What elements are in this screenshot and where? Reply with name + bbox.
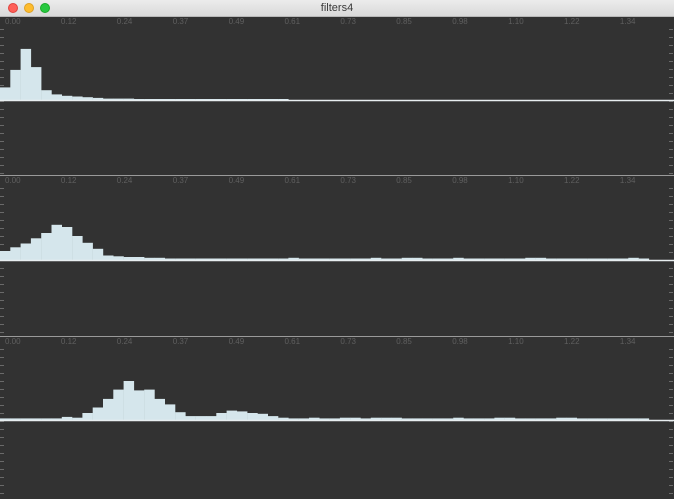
histogram-bar	[164, 404, 176, 420]
histogram-bar	[72, 96, 83, 100]
histogram-bar	[61, 227, 73, 260]
histogram-bar	[195, 416, 207, 420]
histogram-bar	[216, 413, 227, 420]
histogram-bar	[566, 417, 577, 420]
histogram-bar	[61, 95, 73, 100]
histogram-bar	[72, 417, 83, 420]
histogram-bar	[175, 412, 186, 420]
histogram-plot	[0, 349, 674, 494]
histogram-bar	[154, 398, 165, 420]
histogram-bar	[370, 417, 382, 420]
histogram-bar	[453, 417, 464, 420]
histogram-bar	[20, 48, 32, 100]
histogram-bar	[103, 255, 114, 260]
histogram-bar	[113, 256, 124, 261]
histogram-plot	[0, 188, 674, 333]
window-titlebar: filters4	[0, 0, 674, 17]
histogram-bar	[61, 416, 73, 420]
histogram-bar	[247, 413, 258, 420]
window-title: filters4	[320, 2, 354, 14]
histogram-bar	[20, 243, 32, 260]
histogram-bar	[381, 417, 392, 420]
histogram-bar	[10, 69, 21, 100]
histogram-bar	[10, 247, 21, 261]
histogram-panel-1: 0.00 0.12 0.24 0.37 0.49 0.61 0.73 0.85 0.98 1.10…	[0, 17, 674, 175]
histogram-bar	[123, 381, 135, 420]
histogram-bar	[278, 417, 289, 420]
histogram-bar	[82, 97, 93, 100]
histogram-bar	[391, 417, 402, 420]
histogram-bar	[92, 407, 104, 420]
histogram-bar	[72, 236, 83, 260]
histogram-plot	[0, 29, 674, 174]
histogram-bar	[103, 398, 114, 420]
histogram-bar	[92, 97, 104, 100]
histogram-bar	[123, 257, 135, 260]
histogram-bar	[206, 416, 217, 420]
histogram-bar	[350, 417, 361, 420]
histogram-bar	[133, 390, 145, 420]
histogram-bar	[30, 67, 42, 100]
histogram-bar	[144, 389, 155, 420]
histogram-panel-2: 0.00 0.12 0.24 0.37 0.49 0.61 0.73 0.85 0.98 1.10…	[0, 176, 674, 336]
histogram-bar	[51, 94, 62, 100]
histogram-bar	[51, 224, 62, 261]
histogram-bar	[0, 251, 11, 260]
histogram-bar	[257, 413, 268, 420]
histogram-bar	[236, 411, 248, 420]
histogram-bar	[41, 90, 52, 100]
histogram-bar	[41, 233, 52, 260]
histogram-bar	[267, 416, 279, 420]
histogram-bar	[226, 410, 238, 420]
histogram-bar	[556, 417, 567, 420]
histogram-bar	[133, 257, 145, 260]
histogram-bar	[494, 417, 505, 420]
histogram-bar	[504, 417, 516, 420]
histogram-panel-3: 0.00 0.12 0.24 0.37 0.49 0.61 0.73 0.85 0.98 1.10…	[0, 337, 674, 499]
histogram-bar	[113, 389, 124, 420]
histogram-bar	[82, 242, 93, 261]
histogram-bar	[0, 87, 11, 100]
histogram-bar	[339, 417, 351, 420]
histogram-bar	[309, 417, 320, 420]
histogram-bar	[82, 413, 93, 420]
histogram-bar	[30, 238, 42, 261]
histogram-bar	[92, 248, 104, 261]
histogram-bar	[185, 416, 196, 420]
